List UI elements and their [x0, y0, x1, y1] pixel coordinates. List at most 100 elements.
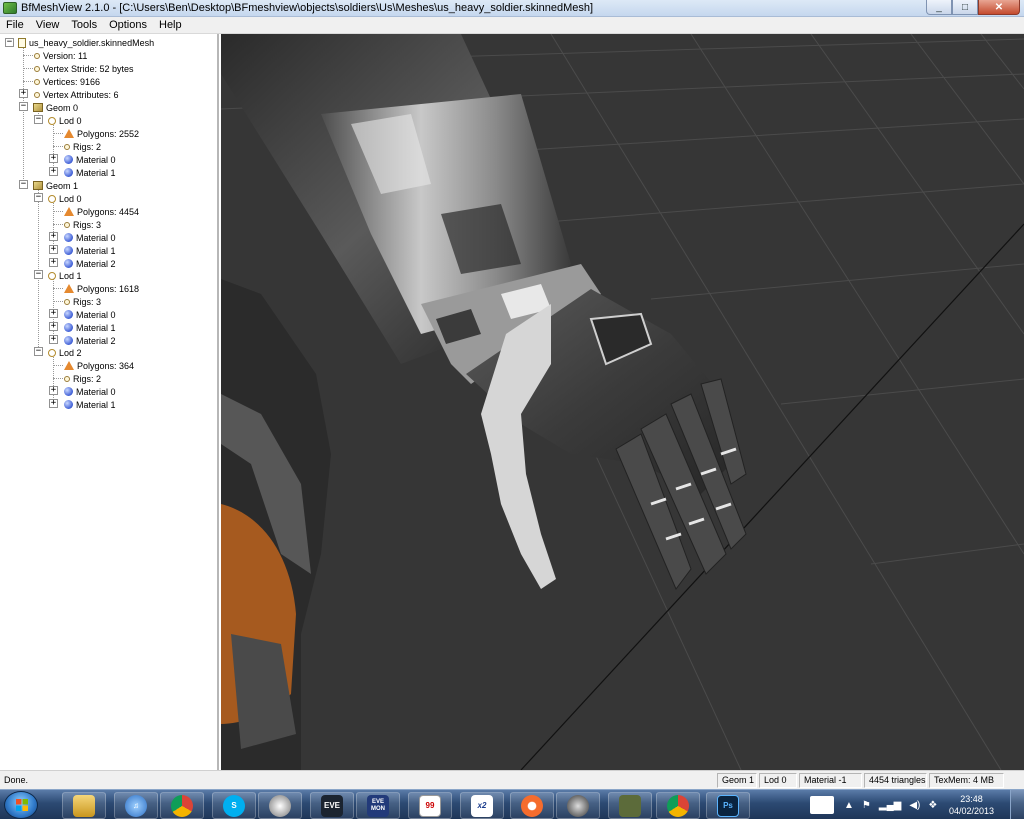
geom0-lod0-expander[interactable]: − — [34, 115, 43, 124]
tree-item-version[interactable]: Version: 11 — [34, 49, 87, 62]
tree-item-rigs[interactable]: Rigs: 3 — [64, 218, 101, 231]
taskbar-x2[interactable]: x2 — [460, 792, 504, 819]
geom1-lod0-expander[interactable]: − — [34, 193, 43, 202]
title-bar: BfMeshView 2.1.0 - [C:\Users\Ben\Desktop… — [0, 0, 1024, 17]
tree-item-vertex-stride[interactable]: Vertex Stride: 52 bytes — [34, 62, 134, 75]
menu-view[interactable]: View — [30, 19, 66, 31]
show-hidden-icons[interactable]: ▲ — [844, 800, 854, 811]
taskbar-evemon[interactable]: EVE MON — [356, 792, 400, 819]
window-title: BfMeshView 2.1.0 - [C:\Users\Ben\Desktop… — [21, 2, 594, 14]
tree-item-material[interactable]: Material 1 — [64, 321, 116, 334]
taskbar-headset[interactable] — [258, 792, 302, 819]
taskbar-itunes[interactable]: ♫ — [114, 792, 158, 819]
material-expander[interactable]: + — [49, 258, 58, 267]
property-icon — [34, 52, 40, 59]
skype-icon: S — [223, 794, 245, 817]
tree-item-geom1[interactable]: Geom 1 — [33, 179, 78, 192]
material-expander[interactable]: + — [49, 232, 58, 241]
volume-icon[interactable]: ◀) — [909, 800, 920, 811]
tree-item-material[interactable]: Material 0 — [64, 153, 116, 166]
geom0-expander[interactable]: − — [19, 102, 28, 111]
root-expander[interactable]: − — [5, 38, 14, 47]
taskbar-steam[interactable] — [556, 792, 600, 819]
polygon-icon — [64, 284, 74, 293]
tree-item-geom1-lod0[interactable]: Lod 0 — [48, 192, 82, 205]
tree-item-geom1-lod1[interactable]: Lod 1 — [48, 269, 82, 282]
file-icon — [18, 37, 26, 48]
taskbar-photoshop[interactable]: Ps — [706, 792, 750, 819]
network-icon[interactable]: ▂▄▆ — [879, 800, 901, 811]
material-expander[interactable]: + — [49, 386, 58, 395]
flag-icon[interactable]: ⚑ — [862, 800, 871, 811]
tree-item-material[interactable]: Material 0 — [64, 308, 116, 321]
material-expander[interactable]: + — [49, 167, 58, 176]
geom1-expander[interactable]: − — [19, 180, 28, 189]
material-expander[interactable]: + — [49, 335, 58, 344]
status-material: Material -1 — [799, 773, 862, 788]
dropbox-icon[interactable]: ❖ — [928, 800, 937, 811]
origin-icon — [521, 794, 543, 817]
tree-item-material[interactable]: Material 1 — [64, 398, 116, 411]
material-expander[interactable]: + — [49, 309, 58, 318]
taskbar-origin[interactable] — [510, 792, 554, 819]
tree-item-geom0-lod0[interactable]: Lod 0 — [48, 114, 82, 127]
taskbar-chrome[interactable] — [160, 792, 204, 819]
tree-item-label: Vertex Stride: 52 bytes — [43, 63, 134, 74]
taskbar-tank[interactable] — [608, 792, 652, 819]
geom1-lod1-expander[interactable]: − — [34, 270, 43, 279]
tree-item-geom0[interactable]: Geom 0 — [33, 101, 78, 114]
material-icon — [64, 400, 73, 409]
material-expander[interactable]: + — [49, 154, 58, 163]
app-icon — [3, 2, 17, 14]
material-expander[interactable]: + — [49, 399, 58, 408]
tree-item-vertex-attributes[interactable]: Vertex Attributes: 6 — [34, 88, 119, 101]
tree-item-label: Polygons: 4454 — [77, 206, 140, 217]
3d-viewport[interactable] — [221, 34, 1024, 770]
property-icon — [34, 78, 40, 85]
steam-icon — [567, 794, 589, 817]
material-expander[interactable]: + — [49, 322, 58, 331]
mesh-tree-view[interactable]: − us_heavy_soldier.skinnedMesh Version: … — [0, 34, 219, 770]
menu-file[interactable]: File — [0, 19, 30, 31]
start-button[interactable] — [4, 791, 38, 819]
geom1-lod2-expander[interactable]: − — [34, 347, 43, 356]
taskbar-eve[interactable]: EVE — [310, 792, 354, 819]
menu-tools[interactable]: Tools — [65, 19, 103, 31]
tree-item-material[interactable]: Material 0 — [64, 385, 116, 398]
tree-item-polygons[interactable]: Polygons: 1618 — [64, 282, 139, 295]
vertex-attributes-expander[interactable]: + — [19, 89, 28, 98]
tree-item-vertices[interactable]: Vertices: 9166 — [34, 75, 100, 88]
lod-icon — [48, 348, 56, 357]
tree-item-material[interactable]: Material 1 — [64, 166, 116, 179]
geom-icon — [33, 103, 43, 112]
clock-date: 04/02/2013 — [948, 806, 994, 816]
tree-item-rigs[interactable]: Rigs: 2 — [64, 372, 101, 385]
taskbar-skype[interactable]: S — [212, 792, 256, 819]
taskbar-chrome2[interactable] — [656, 792, 700, 819]
polygon-icon — [64, 129, 74, 138]
tree-item-polygons[interactable]: Polygons: 2552 — [64, 127, 139, 140]
tank-icon — [619, 794, 641, 817]
material-expander[interactable]: + — [49, 245, 58, 254]
tree-item-material[interactable]: Material 0 — [64, 231, 116, 244]
tree-item-rigs[interactable]: Rigs: 2 — [64, 140, 101, 153]
tablet-icon[interactable] — [810, 796, 834, 814]
tree-item-label: Rigs: 2 — [73, 141, 102, 152]
menu-options[interactable]: Options — [103, 19, 153, 31]
status-lod: Lod 0 — [759, 773, 797, 788]
tree-item-material[interactable]: Material 1 — [64, 244, 116, 257]
menu-help[interactable]: Help — [153, 19, 188, 31]
maximize-button[interactable]: □ — [952, 0, 978, 15]
tree-item-label: Material 1 — [76, 399, 116, 410]
close-button[interactable]: ✕ — [978, 0, 1020, 15]
tree-item-rigs[interactable]: Rigs: 3 — [64, 295, 101, 308]
taskbar-explorer[interactable] — [62, 792, 106, 819]
tree-root[interactable]: us_heavy_soldier.skinnedMesh — [18, 36, 154, 49]
tree-item-geom1-lod2[interactable]: Lod 2 — [48, 346, 82, 359]
tree-item-polygons[interactable]: Polygons: 364 — [64, 359, 134, 372]
clock[interactable]: 23:48 04/02/2013 — [949, 793, 994, 817]
tree-item-polygons[interactable]: Polygons: 4454 — [64, 205, 139, 218]
show-desktop-button[interactable] — [1010, 790, 1024, 819]
taskbar-notes[interactable]: 99 — [408, 792, 452, 819]
minimize-button[interactable]: _ — [926, 0, 952, 15]
